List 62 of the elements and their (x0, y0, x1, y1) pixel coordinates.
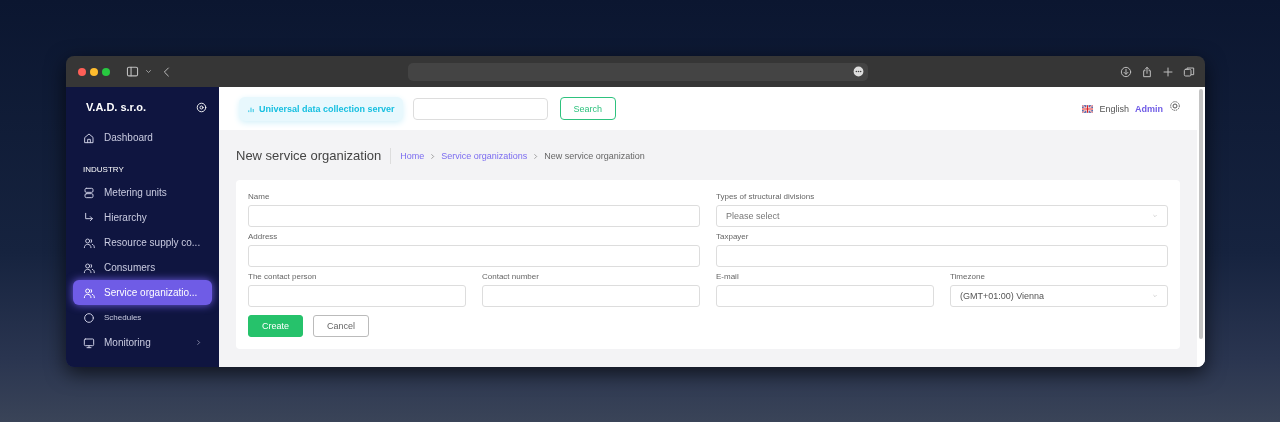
circle-icon (83, 311, 95, 324)
plus-icon[interactable] (1162, 65, 1174, 78)
search-field[interactable] (412, 97, 548, 120)
sidebar-item[interactable]: Hierarchy (73, 205, 212, 230)
field-label: Types of structural divisions (716, 192, 816, 201)
user-menu[interactable]: Admin (1135, 103, 1163, 114)
flag-icon (1082, 104, 1094, 113)
breadcrumb-link[interactable]: Home (400, 151, 425, 161)
sidebar-item[interactable]: Consumers (73, 255, 212, 280)
field-label: Timezone (950, 272, 986, 281)
home-icon (83, 131, 95, 144)
download-icon[interactable] (1120, 65, 1132, 78)
settings-icon[interactable] (1169, 99, 1181, 112)
app-badge: Universal data collection server (239, 96, 403, 121)
tabs-icon[interactable] (1183, 65, 1195, 78)
share-icon[interactable] (1141, 65, 1153, 78)
target-icon[interactable] (196, 101, 207, 113)
sidebar-item[interactable]: Monitoring (73, 330, 212, 355)
field-label: The contact person (248, 272, 318, 281)
field-label: Taxpayer (716, 232, 750, 241)
language-selector[interactable]: English (1099, 103, 1129, 114)
sidebar-item[interactable]: Service organizatio... (73, 280, 212, 305)
sidebar-item[interactable]: Dashboard (73, 125, 212, 150)
users-icon (83, 261, 95, 274)
text-field[interactable] (248, 285, 466, 307)
select-field[interactable]: Please select (716, 205, 1168, 227)
section-heading: INDUSTRY (82, 164, 125, 176)
turn-arrow-icon (83, 211, 95, 224)
cancel-button[interactable]: Cancel (313, 315, 370, 337)
field-label: Contact number (482, 272, 540, 281)
field-label: Name (248, 192, 271, 201)
server-icon (83, 186, 95, 199)
minimize-button[interactable] (90, 67, 98, 76)
zoom-button[interactable] (102, 67, 110, 76)
chevron-right-icon (195, 339, 202, 346)
text-field[interactable] (482, 285, 700, 307)
close-button[interactable] (78, 67, 86, 76)
sidebar-toggle-icon[interactable] (126, 65, 139, 78)
breadcrumb-current: New service organization (544, 151, 645, 161)
breadcrumb-link[interactable]: Service organizations (441, 151, 528, 161)
users-icon (83, 286, 95, 299)
text-field[interactable] (716, 245, 1168, 267)
select-field[interactable]: (GMT+01:00) Vienna (950, 285, 1168, 307)
sidebar-item[interactable]: Resource supply co... (73, 230, 212, 255)
more-icon[interactable] (853, 66, 864, 77)
chevron-down-icon (1152, 213, 1158, 219)
chevron-down-icon[interactable] (144, 67, 153, 76)
scrollbar[interactable] (1199, 89, 1203, 339)
page-title: New service organization (236, 148, 392, 164)
chevron-down-icon (1152, 293, 1158, 299)
monitor-icon (83, 336, 95, 349)
text-field[interactable] (716, 285, 934, 307)
chevron-right-icon (429, 152, 437, 160)
users-icon (83, 236, 95, 249)
sidebar-item[interactable]: Schedules (73, 305, 212, 330)
field-label: Address (248, 232, 279, 241)
text-field[interactable] (248, 205, 700, 227)
sidebar-item[interactable]: Metering units (73, 180, 212, 205)
text-field[interactable] (248, 245, 700, 267)
brand-name: V.A.D. s.r.o. (86, 101, 147, 113)
chevron-right-icon (532, 152, 540, 160)
field-label: E-mail (716, 272, 740, 281)
